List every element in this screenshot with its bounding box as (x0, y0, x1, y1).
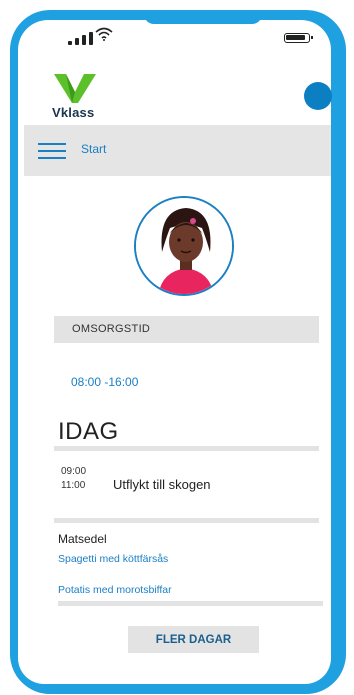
signal-icon (68, 32, 93, 45)
event-times: 09:00 11:00 (61, 465, 86, 493)
battery-icon (284, 33, 313, 43)
logo-text: Vklass (52, 105, 95, 120)
menu-item[interactable]: Spagetti med köttfärsås (58, 553, 168, 565)
event-start-time: 09:00 (61, 466, 87, 477)
user-avatar-button[interactable] (304, 82, 332, 110)
child-portrait-icon (136, 198, 232, 294)
navigation-bar: Start (24, 125, 331, 176)
care-time-value[interactable]: 08:00 -16:00 (71, 375, 138, 389)
menu-heading: Matsedel (58, 532, 107, 546)
event-end-time: 11:00 (61, 480, 86, 491)
menu-item[interactable]: Potatis med morotsbiffar (58, 584, 172, 596)
logo-mark-icon (54, 74, 96, 103)
vklass-logo[interactable]: Vklass (52, 72, 98, 120)
hamburger-menu-icon[interactable] (38, 143, 66, 159)
today-heading: IDAG (58, 418, 119, 445)
phone-notch (144, 12, 262, 24)
care-time-header: OMSORGSTID (54, 316, 319, 343)
event-title[interactable]: Utflykt till skogen (113, 477, 211, 492)
menu-divider (58, 601, 323, 606)
today-divider (54, 446, 319, 451)
nav-start-link[interactable]: Start (81, 142, 106, 156)
care-time-label: OMSORGSTID (72, 323, 151, 335)
child-avatar (134, 196, 234, 296)
more-days-button[interactable]: FLER DAGAR (128, 626, 259, 653)
wifi-icon (95, 27, 113, 41)
event-divider (54, 518, 319, 523)
